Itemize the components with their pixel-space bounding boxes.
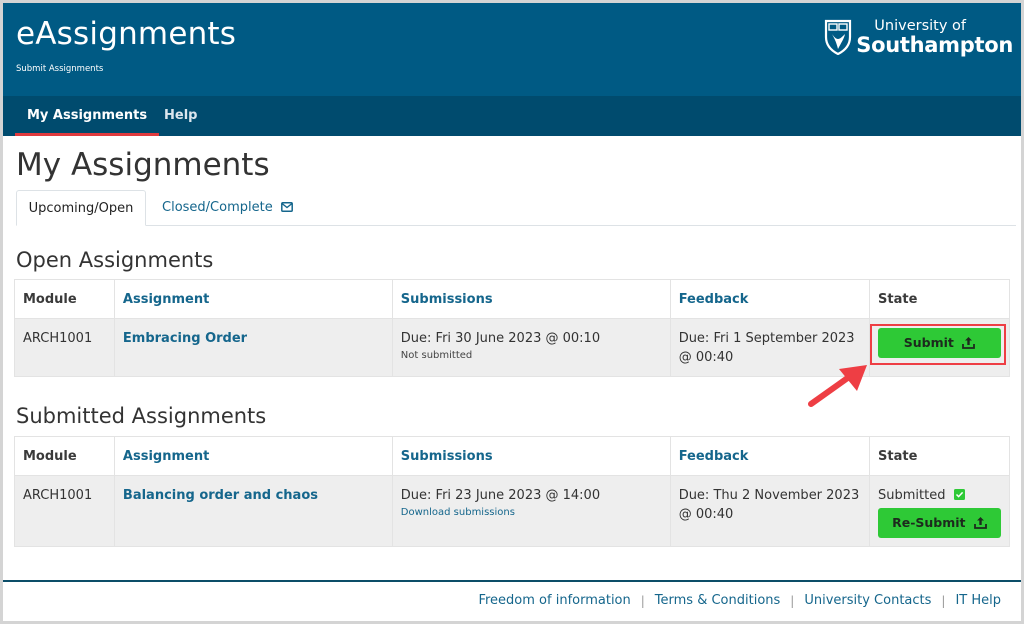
resubmit-button-label: Re-Submit <box>892 515 966 530</box>
resubmit-button[interactable]: Re-Submit <box>878 508 1001 538</box>
feedback-due-time: @ 00:40 <box>678 507 734 522</box>
app-subtitle: Submit Assignments <box>16 64 104 74</box>
annotation-arrow-icon <box>803 361 873 415</box>
feedback-due-time: @ 00:40 <box>678 350 734 365</box>
footer-link-university-contacts[interactable]: University Contacts <box>804 593 931 608</box>
footer-separator: | <box>790 593 795 608</box>
module-cell: ARCH1001 <box>14 475 115 547</box>
table-header-row: Module Assignment Submissions Feedback S… <box>14 279 1010 319</box>
column-header-module: Module <box>14 436 115 476</box>
browser-viewport: eAssignments Submit Assignments Universi… <box>3 3 1021 621</box>
tab-upcoming-open[interactable]: Upcoming/Open <box>16 190 146 226</box>
main-nav: My Assignments Help <box>3 96 1021 136</box>
site-header: eAssignments Submit Assignments Universi… <box>3 3 1021 96</box>
tab-label: Closed/Complete <box>162 200 273 215</box>
column-header-submissions[interactable]: Submissions <box>391 279 671 319</box>
module-cell: ARCH1001 <box>14 318 115 377</box>
assignment-link[interactable]: Balancing order and chaos <box>123 488 318 503</box>
footer-link-freedom-of-information[interactable]: Freedom of information <box>478 593 630 608</box>
university-logo[interactable]: University of Southampton <box>824 19 1013 56</box>
footer-links: Freedom of information | Terms & Conditi… <box>478 593 1001 608</box>
footer-separator: | <box>941 593 946 608</box>
submission-due-date: Due: Fri 30 June 2023 @ 00:10 <box>400 331 601 346</box>
submit-highlight-box <box>870 324 1006 365</box>
footer-divider <box>3 580 1021 582</box>
page-title: My Assignments <box>16 147 270 183</box>
column-header-feedback[interactable]: Feedback <box>669 436 871 476</box>
feedback-due-date: Due: Thu 2 November 2023 <box>678 488 860 503</box>
footer-separator: | <box>640 593 645 608</box>
column-header-feedback[interactable]: Feedback <box>669 279 871 319</box>
footer-link-it-help[interactable]: IT Help <box>955 593 1001 608</box>
upload-icon <box>973 510 987 540</box>
envelope-icon <box>280 191 293 226</box>
column-header-assignment[interactable]: Assignment <box>113 279 393 319</box>
column-header-state: State <box>869 279 1010 319</box>
checkbox-checked-icon <box>953 487 965 506</box>
footer-link-terms-conditions[interactable]: Terms & Conditions <box>655 593 781 608</box>
download-submissions-link[interactable]: Download submissions <box>401 505 662 521</box>
column-header-assignment[interactable]: Assignment <box>113 436 393 476</box>
submitted-assignments-table: Module Assignment Submissions Feedback S… <box>14 436 1010 547</box>
submission-due-date: Due: Fri 23 June 2023 @ 14:00 <box>400 488 601 503</box>
shield-crest-icon <box>824 19 852 56</box>
state-text: Submitted <box>878 488 946 503</box>
tab-closed-complete[interactable]: Closed/Complete <box>162 190 293 225</box>
tab-label: Upcoming/Open <box>28 201 134 216</box>
submitted-assignments-heading: Submitted Assignments <box>16 404 267 428</box>
submission-status: Not submitted <box>400 350 473 361</box>
logo-line2: Southampton <box>856 32 1013 57</box>
column-header-submissions[interactable]: Submissions <box>391 436 671 476</box>
logo-line1: University of <box>874 18 967 34</box>
column-header-state: State <box>869 436 1010 476</box>
assignment-tabs: Upcoming/Open Closed/Complete <box>16 190 1016 226</box>
column-header-module: Module <box>14 279 115 319</box>
table-row: ARCH1001 Balancing order and chaos Due: … <box>14 475 1010 547</box>
open-assignments-heading: Open Assignments <box>16 248 214 272</box>
assignment-link[interactable]: Embracing Order <box>123 331 247 346</box>
feedback-due-date: Due: Fri 1 September 2023 <box>678 331 855 346</box>
app-title: eAssignments <box>16 16 237 52</box>
nav-item-help[interactable]: Help <box>164 96 197 136</box>
table-header-row: Module Assignment Submissions Feedback S… <box>14 436 1010 476</box>
nav-item-my-assignments[interactable]: My Assignments <box>15 96 160 136</box>
